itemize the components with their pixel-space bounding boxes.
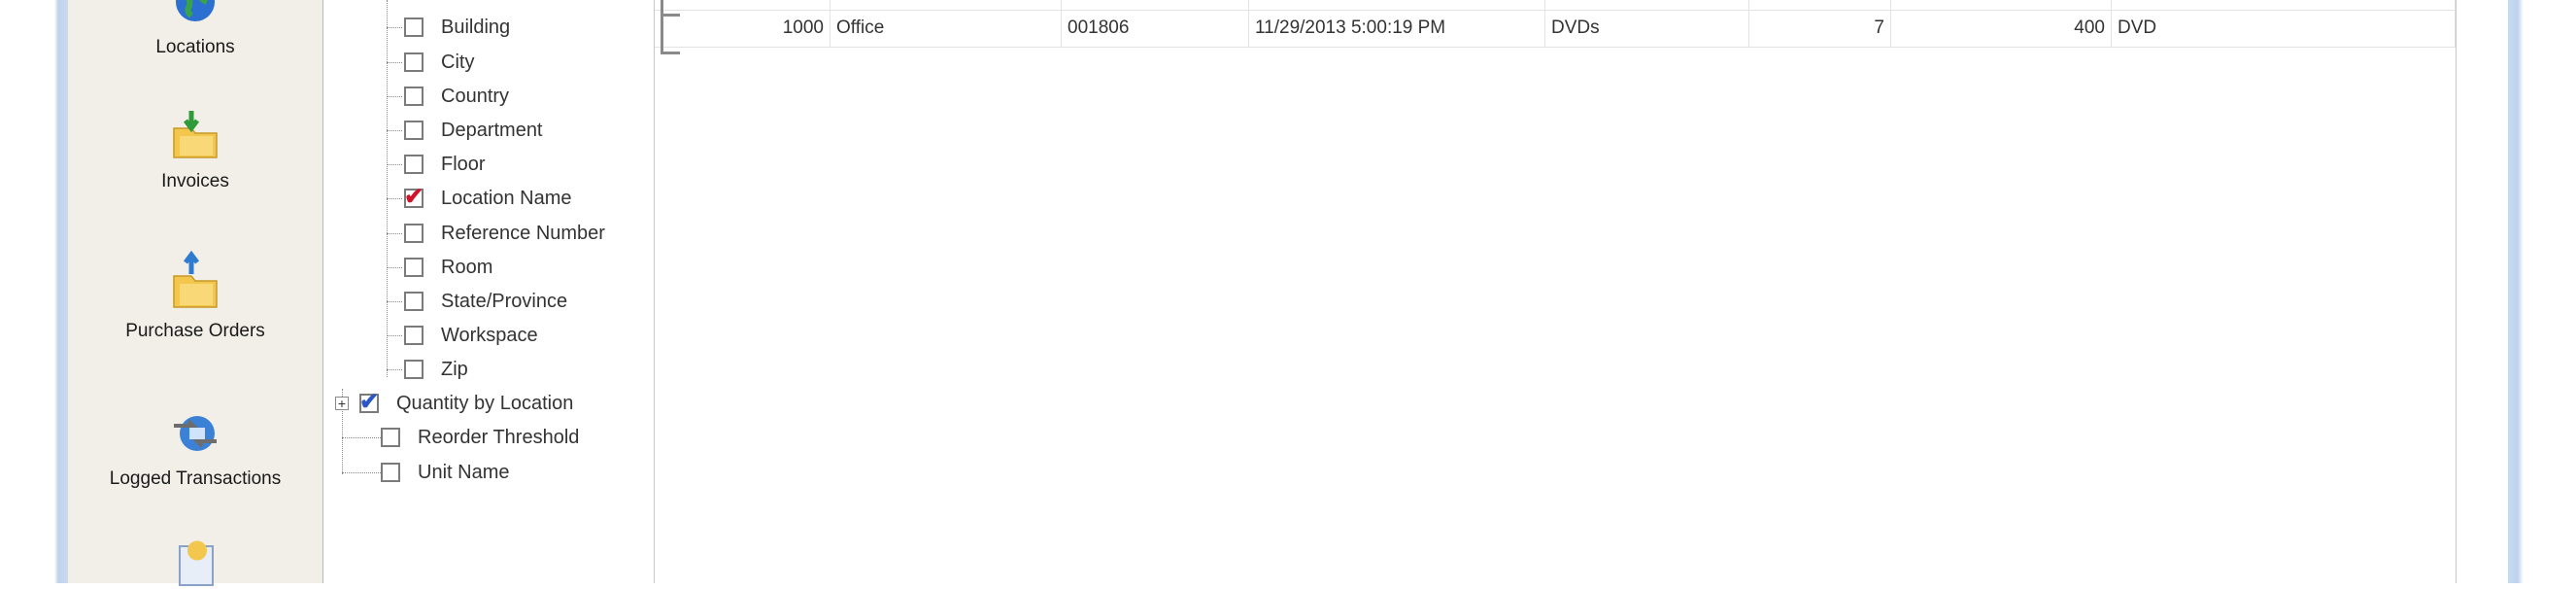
tree-item-label: Country (441, 85, 510, 107)
tree-item-building[interactable]: Building (404, 14, 510, 41)
tree-connector (387, 267, 402, 268)
tree-item-location-name[interactable]: ✔ Location Name (404, 184, 572, 212)
tree-item-reference-number[interactable]: Reference Number (404, 220, 605, 247)
tree-item-label: Floor (441, 153, 486, 175)
reports-icon (179, 540, 214, 586)
window-frame-left (0, 0, 68, 583)
tree-item-room[interactable]: Room (404, 254, 492, 281)
cell-unit: DVD (2112, 10, 2456, 47)
checkbox[interactable] (404, 52, 424, 72)
nav-item-logged-transactions[interactable]: Logged Transactions (68, 406, 322, 490)
checkbox[interactable] (404, 224, 424, 243)
tree-item-label: Zip (441, 358, 468, 380)
tree-connector (387, 301, 402, 302)
tree-connector (387, 164, 402, 165)
checkbox-checked[interactable]: ✔ (359, 389, 379, 415)
nav-label-invoices: Invoices (161, 171, 229, 191)
expand-icon[interactable]: + (335, 397, 349, 410)
tree-connector (387, 233, 402, 234)
tree-item-zip[interactable]: Zip (404, 356, 468, 383)
checkbox[interactable] (381, 463, 400, 482)
checkbox[interactable] (404, 155, 424, 174)
nav-label-logged-transactions: Logged Transactions (109, 468, 282, 489)
tree-item-state-province[interactable]: State/Province (404, 288, 567, 315)
table-cell (2112, 0, 2456, 10)
tree-connector (387, 198, 402, 199)
checkbox[interactable] (404, 87, 424, 106)
tree-connector (342, 472, 381, 473)
check-mark-icon: ✔ (404, 184, 424, 210)
tree-item-label: Location Name (441, 187, 572, 209)
tree-item-label: State/Province (441, 290, 568, 312)
window-frame-right (2508, 0, 2576, 583)
tree-item-label: Reorder Threshold (418, 426, 580, 448)
globe-icon (176, 0, 215, 21)
tree-item-label: Workspace (441, 324, 538, 346)
tree-item-city[interactable]: City (404, 49, 474, 76)
tree-item-department[interactable]: Department (404, 117, 543, 144)
table-row[interactable]: 1000 Office 001806 11/29/2013 5:00:19 PM… (655, 10, 2456, 48)
tree-item-workspace[interactable]: Workspace (404, 322, 538, 349)
invoice-folder-icon (173, 111, 218, 158)
tree-item-label: Unit Name (418, 461, 510, 483)
tree-item-label: Reference Number (441, 222, 605, 244)
tree-connector (387, 96, 402, 97)
table-cell (1545, 0, 1749, 10)
tree-connector (342, 437, 381, 438)
tree-connector (387, 62, 402, 63)
cell-category: DVDs (1545, 10, 1749, 47)
table-cell (1249, 0, 1545, 10)
tree-connector (387, 335, 402, 336)
cell-location: Office (830, 10, 1062, 47)
tree-item-label: Department (441, 119, 543, 141)
tree-item-label: Room (441, 256, 493, 278)
tree-item-label: Quantity by Location (396, 392, 574, 414)
tree-item-unit-name[interactable]: Unit Name (381, 459, 509, 486)
tree-connector (387, 27, 402, 28)
tree-item-label: City (441, 51, 475, 73)
nav-label-locations: Locations (155, 37, 235, 57)
navigation-pane: Locations Invoices Purchase Orders Logge… (68, 0, 323, 586)
checkbox[interactable] (404, 17, 424, 37)
nav-item-reports[interactable] (68, 540, 322, 589)
tree-connector (387, 369, 402, 370)
tree-connector (387, 130, 402, 131)
cell-date: 11/29/2013 5:00:19 PM (1249, 10, 1545, 47)
row-group-indicator (661, 0, 680, 54)
table-cell (1749, 0, 1891, 10)
cell-value: 400 (1891, 10, 2112, 47)
cell-quantity: 1000 (655, 10, 830, 47)
table-cell (1062, 0, 1249, 10)
tree-item-quantity-by-location[interactable]: ✔ Quantity by Location (359, 389, 574, 417)
tree-connector (387, 0, 388, 377)
nav-item-locations[interactable]: Locations (68, 0, 322, 58)
checkbox[interactable] (404, 360, 424, 379)
checkbox[interactable] (404, 292, 424, 311)
checkbox[interactable] (404, 121, 424, 140)
table-cell (655, 0, 830, 10)
transactions-icon (174, 416, 217, 451)
tree-item-reorder-threshold[interactable]: Reorder Threshold (381, 424, 579, 451)
cell-value: 7 (1749, 10, 1891, 47)
check-mark-icon: ✔ (359, 389, 380, 415)
tree-item-floor[interactable]: Floor (404, 151, 486, 178)
tree-item-label: Building (441, 16, 511, 38)
checkbox-checked[interactable]: ✔ (404, 184, 424, 210)
cell-number: 001806 (1062, 10, 1249, 47)
checkbox[interactable] (404, 258, 424, 277)
nav-label-purchase-orders: Purchase Orders (125, 321, 265, 341)
data-grid: 1000 Office 001806 11/29/2013 5:00:19 PM… (655, 0, 2457, 583)
checkbox[interactable] (404, 326, 424, 345)
nav-item-purchase-orders[interactable]: Purchase Orders (68, 251, 322, 342)
table-cell (1891, 0, 2112, 10)
table-cell (830, 0, 1062, 10)
tree-item-country[interactable]: Country (404, 83, 509, 110)
nav-item-invoices[interactable]: Invoices (68, 107, 322, 192)
checkbox[interactable] (381, 428, 400, 447)
column-chooser-tree: Building City Country Department Floor ✔… (323, 0, 655, 583)
purchase-order-folder-icon (173, 251, 218, 308)
